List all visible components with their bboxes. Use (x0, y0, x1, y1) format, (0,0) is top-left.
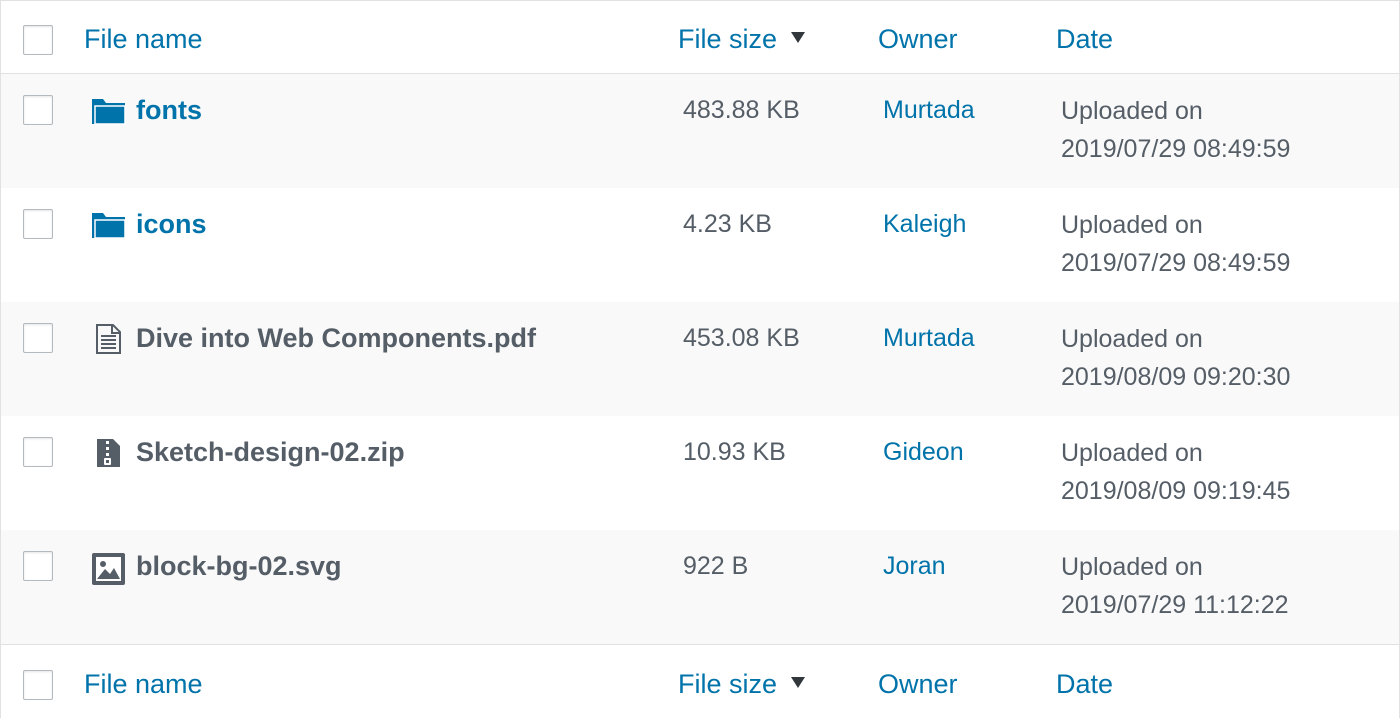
owner-link[interactable]: Gideon (883, 434, 964, 470)
owner-link[interactable]: Murtada (883, 320, 975, 356)
file-name-link[interactable]: Sketch-design-02.zip (136, 434, 405, 470)
file-name-link[interactable]: Dive into Web Components.pdf (136, 320, 536, 356)
zip-icon (91, 438, 127, 468)
date-value: 2019/07/29 08:49:59 (1061, 249, 1291, 277)
table-row: fonts 483.88 KB Murtada Uploaded on 2019… (1, 74, 1399, 188)
select-all-checkbox-footer[interactable] (23, 670, 53, 700)
row-checkbox[interactable] (23, 323, 53, 353)
column-footer-file-size-label: File size (678, 669, 778, 699)
date-value: 2019/08/09 09:19:45 (1061, 477, 1291, 505)
column-footer-file-size[interactable]: File size (678, 666, 806, 702)
sort-descending-icon (791, 32, 806, 43)
upload-date: Uploaded on 2019/08/09 09:19:45 (1061, 434, 1290, 510)
column-header-file-size-label: File size (678, 24, 778, 54)
file-size: 10.93 KB (683, 438, 786, 466)
folder-icon (91, 96, 127, 126)
owner-link[interactable]: Joran (883, 548, 946, 584)
row-checkbox[interactable] (23, 551, 53, 581)
file-name-link[interactable]: icons (136, 206, 207, 242)
row-checkbox[interactable] (23, 437, 53, 467)
upload-date: Uploaded on 2019/07/29 08:49:59 (1061, 206, 1290, 282)
table-row: Sketch-design-02.zip 10.93 KB Gideon Upl… (1, 416, 1399, 530)
column-header-file-size[interactable]: File size (678, 21, 806, 57)
image-icon (91, 552, 127, 585)
upload-date: Uploaded on 2019/08/09 09:20:30 (1061, 320, 1290, 396)
date-label: Uploaded on (1061, 211, 1203, 239)
date-value: 2019/08/09 09:20:30 (1061, 363, 1291, 391)
column-footer-file-name[interactable]: File name (84, 666, 203, 702)
file-name-link[interactable]: fonts (136, 92, 202, 128)
table-header: File name File size Owner Date (1, 1, 1399, 74)
date-value: 2019/07/29 11:12:22 (1061, 591, 1289, 619)
file-size: 453.08 KB (683, 324, 800, 352)
file-size: 4.23 KB (683, 210, 772, 238)
date-label: Uploaded on (1061, 97, 1203, 125)
file-size: 483.88 KB (683, 96, 800, 124)
upload-date: Uploaded on 2019/07/29 08:49:59 (1061, 92, 1290, 168)
owner-link[interactable]: Kaleigh (883, 206, 966, 242)
document-icon (91, 324, 127, 354)
file-name-link[interactable]: block-bg-02.svg (136, 548, 342, 584)
row-checkbox[interactable] (23, 95, 53, 125)
date-value: 2019/07/29 08:49:59 (1061, 135, 1291, 163)
date-label: Uploaded on (1061, 325, 1203, 353)
column-header-date[interactable]: Date (1056, 21, 1113, 57)
upload-date: Uploaded on 2019/07/29 11:12:22 (1061, 548, 1289, 624)
column-header-file-name[interactable]: File name (84, 21, 203, 57)
date-label: Uploaded on (1061, 439, 1203, 467)
table-row: block-bg-02.svg 922 B Joran Uploaded on … (1, 530, 1399, 644)
date-label: Uploaded on (1061, 553, 1203, 581)
select-all-checkbox[interactable] (23, 25, 53, 55)
file-list-table: File name File size Owner Date fonts 483… (0, 0, 1400, 718)
column-footer-date[interactable]: Date (1056, 666, 1113, 702)
table-row: icons 4.23 KB Kaleigh Uploaded on 2019/0… (1, 188, 1399, 302)
row-checkbox[interactable] (23, 209, 53, 239)
column-header-owner[interactable]: Owner (878, 21, 958, 57)
table-row: Dive into Web Components.pdf 453.08 KB M… (1, 302, 1399, 416)
sort-descending-icon (791, 677, 806, 688)
column-footer-owner[interactable]: Owner (878, 666, 958, 702)
file-size: 922 B (683, 552, 749, 580)
table-footer: File name File size Owner Date (1, 644, 1399, 718)
owner-link[interactable]: Murtada (883, 92, 975, 128)
folder-icon (91, 210, 127, 240)
